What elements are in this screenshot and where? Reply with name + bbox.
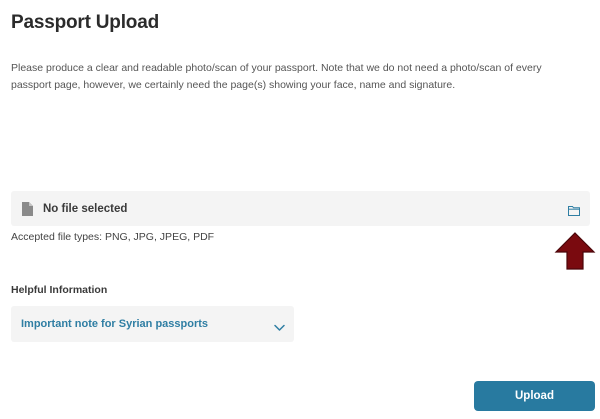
file-status-text: No file selected: [43, 202, 128, 215]
chevron-down-icon: [274, 319, 285, 331]
up-arrow-icon: [554, 231, 596, 271]
document-icon: [21, 201, 33, 216]
syrian-passport-note-accordion[interactable]: Important note for Syrian passports: [11, 306, 294, 342]
helpful-information-heading: Helpful Information: [11, 284, 108, 296]
file-input-field[interactable]: No file selected: [11, 191, 590, 226]
upload-button[interactable]: Upload: [474, 381, 595, 411]
accepted-file-types: Accepted file types: PNG, JPG, JPEG, PDF: [11, 231, 215, 243]
accordion-label: Important note for Syrian passports: [21, 318, 209, 330]
folder-icon[interactable]: [568, 203, 580, 216]
passport-upload-page: Passport Upload Please produce a clear a…: [0, 0, 600, 419]
page-title: Passport Upload: [11, 12, 159, 33]
page-description: Please produce a clear and readable phot…: [11, 62, 542, 91]
